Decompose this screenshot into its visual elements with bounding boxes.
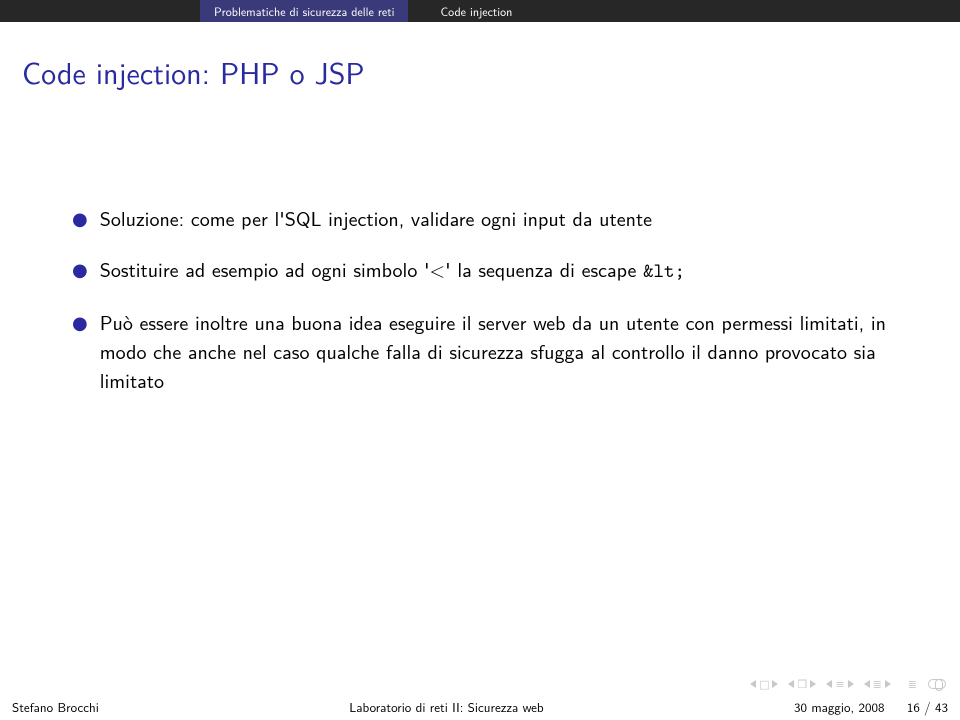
footer-date-text: 30 maggio, 2008 xyxy=(794,698,884,717)
list-item-text: Soluzione: come per l'SQL injection, val… xyxy=(100,204,652,233)
breadcrumb-gap xyxy=(408,0,426,22)
nav-prev-subsection-icon[interactable] xyxy=(864,680,870,688)
nav-next-frame-icon[interactable] xyxy=(810,680,816,688)
nav-frame-icon: ❐ xyxy=(796,676,808,692)
list-item-text: Sostituire ad esempio ad ogni simbolo '<… xyxy=(100,255,685,286)
nav-appendix-icon[interactable]: ≣ xyxy=(907,676,918,692)
nav-next-slide-icon[interactable] xyxy=(772,680,778,688)
nav-next-subsection-icon[interactable] xyxy=(885,680,891,688)
nav-slide-group[interactable]: □ xyxy=(750,676,778,692)
footer-date: 30 maggio, 2008 16 / 43 xyxy=(794,698,948,717)
list-item: ● Sostituire ad esempio ad ogni simbolo … xyxy=(72,255,900,286)
nav-prev-slide-icon[interactable] xyxy=(750,680,756,688)
list-item: ● Soluzione: come per l'SQL injection, v… xyxy=(72,204,900,233)
nav-section-group[interactable]: ≡ xyxy=(826,676,853,692)
bullet-icon: ● xyxy=(72,255,88,286)
breadcrumb-spacer-left xyxy=(0,0,200,22)
bullet-icon: ● xyxy=(72,204,88,233)
breadcrumb-subsection[interactable]: Code injection xyxy=(426,0,526,22)
breadcrumb-spacer-right xyxy=(526,0,960,22)
footer-author: Stefano Brocchi xyxy=(12,698,99,717)
nav-subsection-group[interactable]: ≣ xyxy=(864,676,891,692)
footer-page-number: 16 / 43 xyxy=(907,698,948,717)
nav-prev-frame-icon[interactable] xyxy=(788,680,794,688)
breadcrumb-section[interactable]: Problematiche di sicurezza delle reti xyxy=(200,0,408,22)
footer-bar: Stefano Brocchi Laboratorio di reti II: … xyxy=(0,696,960,720)
bullet-icon: ● xyxy=(72,308,88,395)
nav-prev-section-icon[interactable] xyxy=(826,680,832,688)
nav-next-section-icon[interactable] xyxy=(848,680,854,688)
list-item-text: Può essere inoltre una buona idea esegui… xyxy=(100,308,900,395)
nav-section-icon: ≡ xyxy=(834,676,845,692)
footer-title: Laboratorio di reti II: Sicurezza web xyxy=(99,698,794,717)
nav-subsection-icon: ≣ xyxy=(872,676,883,692)
nav-frame-group[interactable]: ❐ xyxy=(788,676,816,692)
list-item: ● Può essere inoltre una buona idea eseg… xyxy=(72,308,900,395)
slide-body: ● Soluzione: come per l'SQL injection, v… xyxy=(0,144,960,395)
nav-back-forward-icon[interactable] xyxy=(928,679,946,689)
slide-title: Code injection: PHP o JSP xyxy=(0,22,960,144)
beamer-nav-controls: □ ❐ ≡ ≣ ≣ xyxy=(750,676,946,692)
nav-slide-icon: □ xyxy=(758,676,770,692)
breadcrumb-bar: Problematiche di sicurezza delle reti Co… xyxy=(0,0,960,22)
